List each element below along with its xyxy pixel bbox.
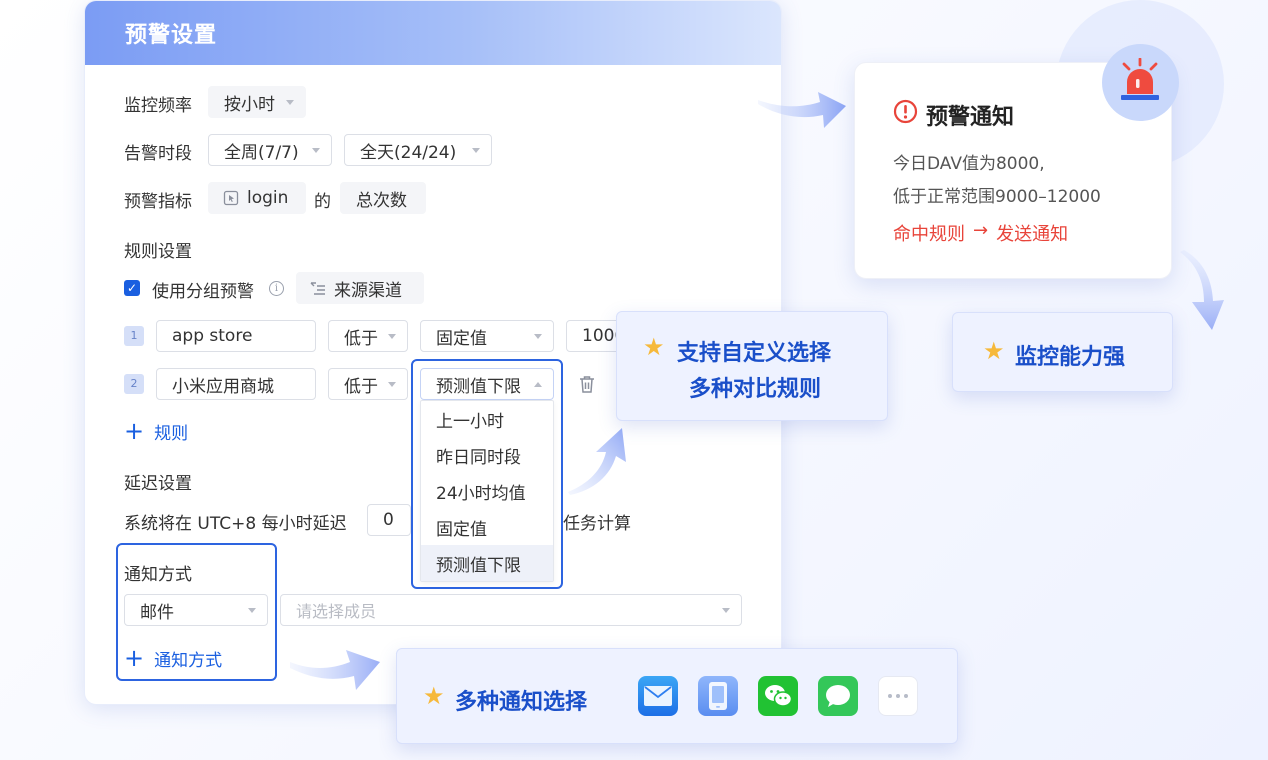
metric-connector: 的: [314, 192, 331, 212]
rule-compare-value: 低于: [344, 328, 378, 349]
alert-day-value: 全天(24/24): [360, 142, 457, 163]
rules-label: 规则设置: [124, 242, 192, 262]
metric-measure-value: 总次数: [356, 190, 407, 211]
arrow-to-alert-icon: [758, 92, 846, 128]
monitor-frequency-label: 监控频率: [124, 96, 192, 116]
chevron-down-icon: [312, 148, 320, 153]
plus-icon: +: [124, 644, 145, 672]
trash-icon[interactable]: [578, 375, 596, 394]
member-select[interactable]: 请选择成员: [280, 594, 742, 626]
delay-label: 延迟设置: [124, 474, 192, 494]
group-by-select[interactable]: 来源渠道: [296, 272, 424, 304]
alert-week-value: 全周(7/7): [224, 142, 299, 163]
group-alert-checkbox[interactable]: ✓: [124, 280, 140, 296]
rule-type-value: 预测值下限: [436, 376, 521, 397]
star-icon: ★: [643, 333, 665, 361]
rule-compare-value: 低于: [344, 376, 378, 397]
rule-compare-select[interactable]: 低于: [328, 368, 408, 400]
rule-type-options: 上一小时 昨日同时段 24小时均值 固定值 预测值下限: [420, 400, 554, 582]
message-icon: [818, 676, 858, 716]
rule-compare-select[interactable]: 低于: [328, 320, 408, 352]
phone-icon: [698, 676, 738, 716]
custom-rules-line1: 支持自定义选择: [677, 341, 832, 366]
option-fixed-value[interactable]: 固定值: [421, 509, 553, 545]
delay-value: 0: [383, 510, 394, 530]
chevron-down-icon: [388, 382, 396, 387]
monitor-frequency-select[interactable]: 按小时: [208, 86, 306, 118]
custom-rules-callout: ★ 支持自定义选择 多种对比规则: [616, 311, 888, 421]
rule-hit-text: 命中规则: [893, 224, 965, 245]
delay-value-input[interactable]: 0: [367, 504, 411, 536]
rule-channel-value: 小米应用商城: [172, 376, 274, 397]
rule-type-select-open[interactable]: 预测值下限: [420, 368, 554, 400]
alert-card-flow: 命中规则 → 发送通知: [893, 220, 1068, 246]
rule-channel-input[interactable]: app store: [156, 320, 316, 352]
add-notify-label: 通知方式: [154, 651, 223, 671]
metric-label: 预警指标: [124, 192, 192, 212]
monitor-frequency-value: 按小时: [224, 94, 275, 115]
metric-event-value: login: [247, 188, 289, 208]
mail-icon: [638, 676, 678, 716]
arrow-to-notify-icon: [290, 650, 380, 690]
alert-day-select[interactable]: 全天(24/24): [344, 134, 492, 166]
rule-channel-input[interactable]: 小米应用商城: [156, 368, 316, 400]
metric-measure-select[interactable]: 总次数: [340, 182, 426, 214]
chevron-down-icon: [472, 148, 480, 153]
alarm-siren-icon: [1121, 58, 1159, 100]
add-rule-label: 规则: [154, 424, 189, 444]
notify-label: 通知方式: [124, 565, 192, 585]
custom-rules-line2: 多种对比规则: [689, 377, 822, 402]
option-last-hour[interactable]: 上一小时: [421, 401, 553, 437]
chevron-up-icon: [534, 382, 542, 387]
delay-text-before: 系统将在 UTC+8 每小时延迟: [124, 514, 347, 534]
add-rule-button[interactable]: + 规则: [124, 419, 188, 444]
warning-icon: [893, 99, 918, 124]
alert-card-title: 预警通知: [926, 105, 1015, 130]
monitor-capability-text: 监控能力强: [1015, 345, 1126, 370]
chevron-down-icon: [286, 100, 294, 105]
alert-week-select[interactable]: 全周(7/7): [208, 134, 332, 166]
chevron-down-icon: [388, 334, 396, 339]
more-icon: [878, 676, 918, 716]
chevron-down-icon: [722, 608, 730, 613]
flow-arrow: →: [973, 220, 989, 241]
alert-period-label: 告警时段: [124, 144, 192, 164]
panel-title: 预警设置: [85, 1, 781, 65]
notify-method-select[interactable]: 邮件: [124, 594, 268, 626]
option-yesterday-same-period[interactable]: 昨日同时段: [421, 437, 553, 473]
add-notify-button[interactable]: + 通知方式: [124, 646, 222, 671]
event-icon: [223, 190, 239, 206]
alert-card-line1: 今日DAV值为8000,: [893, 154, 1045, 174]
alert-card-line2: 低于正常范围9000–12000: [893, 187, 1101, 207]
group-by-value: 来源渠道: [334, 280, 402, 301]
monitor-capability-callout: ★ 监控能力强: [952, 312, 1173, 392]
plus-icon: +: [124, 417, 145, 445]
info-icon[interactable]: i: [269, 281, 284, 296]
option-forecast-lower-bound[interactable]: 预测值下限: [421, 545, 553, 581]
delay-text-after: 任务计算: [563, 514, 631, 534]
tree-icon: [310, 282, 325, 295]
rule-channel-value: app store: [172, 326, 253, 346]
star-icon: ★: [423, 682, 445, 710]
group-alert-label: 使用分组预警: [152, 282, 254, 302]
arrow-to-monitor-icon: [1180, 250, 1224, 330]
star-icon: ★: [983, 337, 1005, 365]
arrow-to-custom-icon: [568, 428, 626, 495]
chevron-down-icon: [248, 608, 256, 613]
multi-notify-text: 多种通知选择: [455, 690, 588, 715]
metric-event-select[interactable]: login: [208, 182, 306, 214]
rule-type-value: 固定值: [436, 328, 487, 349]
notify-method-value: 邮件: [140, 602, 174, 623]
rule-type-select[interactable]: 固定值: [420, 320, 554, 352]
chevron-down-icon: [534, 334, 542, 339]
rule-index: 1: [124, 326, 144, 346]
send-notify-text: 发送通知: [996, 224, 1069, 245]
wechat-icon: [758, 676, 798, 716]
member-placeholder: 请选择成员: [296, 602, 377, 621]
rule-index: 2: [124, 374, 144, 394]
option-24h-average[interactable]: 24小时均值: [421, 473, 553, 509]
